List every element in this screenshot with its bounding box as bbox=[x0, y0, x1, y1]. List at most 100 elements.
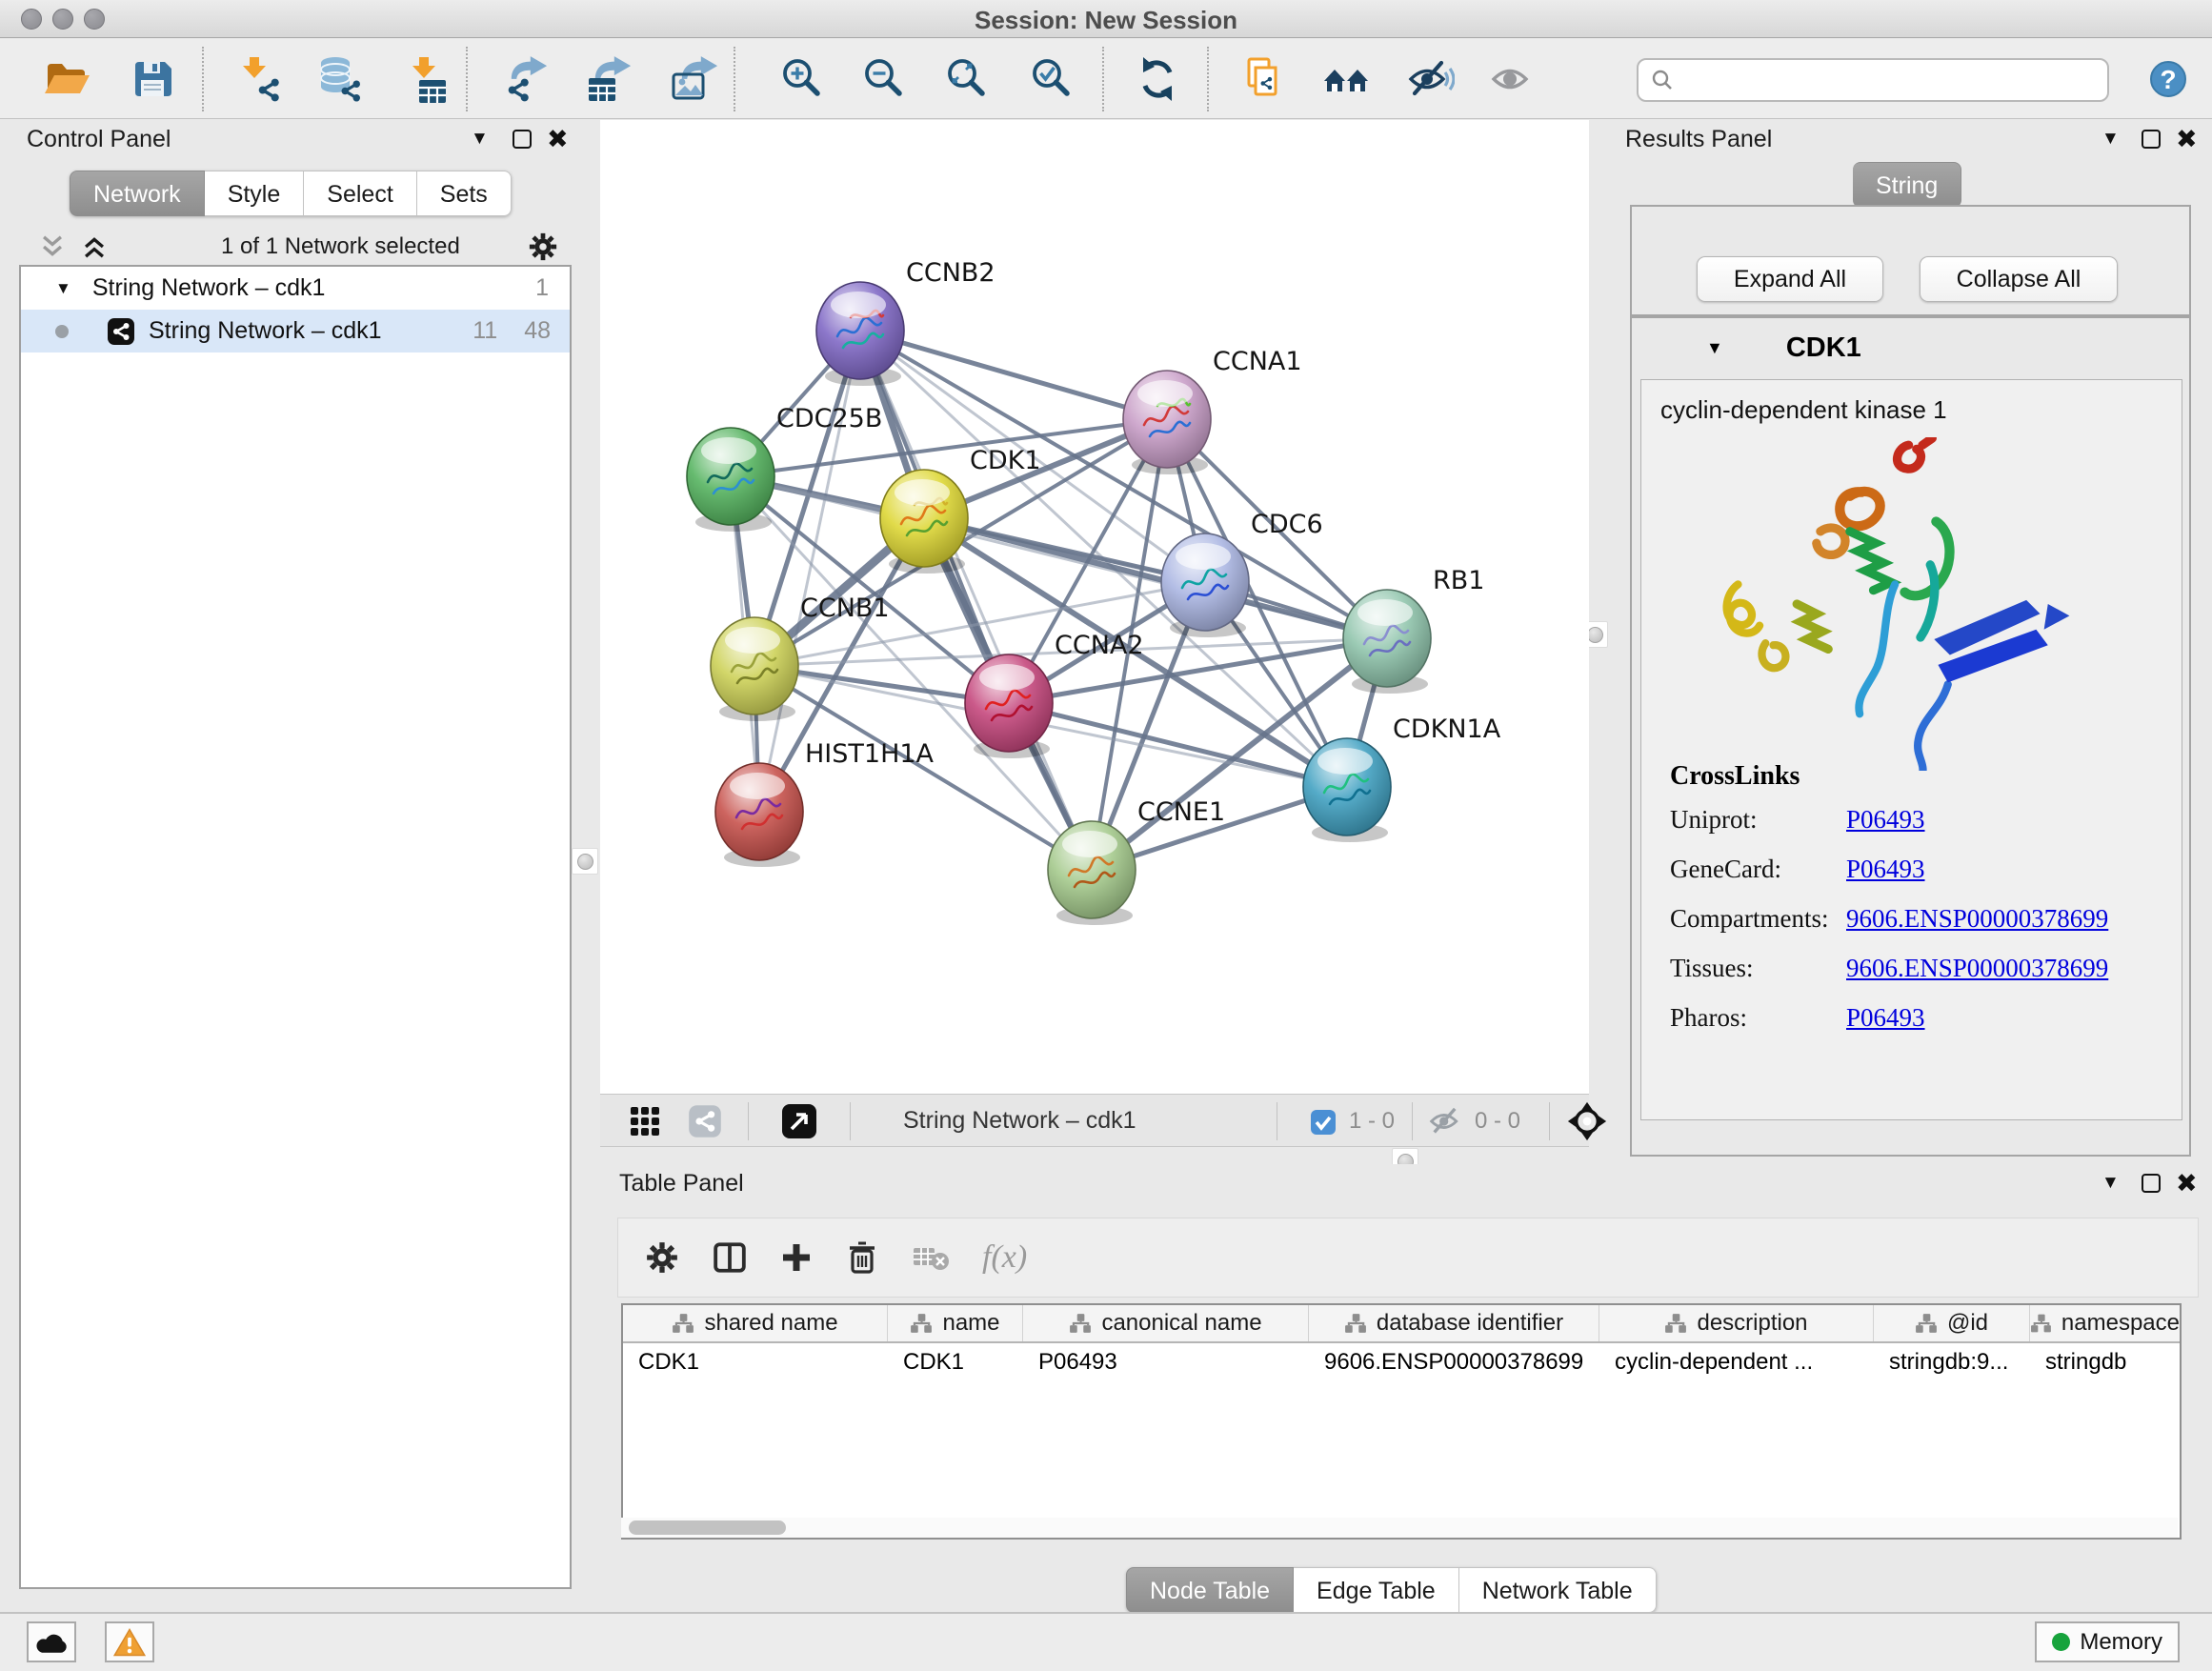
panel-menu-icon[interactable]: ▼ bbox=[2101, 129, 2120, 150]
column-header-canonical-name[interactable]: canonical name bbox=[1023, 1305, 1309, 1341]
results-buttons-box: Expand All Collapse All bbox=[1630, 205, 2191, 316]
table-panel: Table Panel ▼ ✖ f(x) shared namenamecano… bbox=[604, 1164, 2212, 1608]
string-network-graph[interactable]: CCNB2CCNA1CDC25BCDK1CDC6RB1CCNB1CCNA2CDK… bbox=[600, 120, 1589, 1094]
clone-network-icon[interactable] bbox=[1236, 52, 1289, 106]
import-network-database-icon[interactable] bbox=[313, 52, 367, 106]
network-view-icon[interactable] bbox=[688, 1104, 722, 1138]
fit-selected-crosshair-icon[interactable] bbox=[1567, 1101, 1607, 1141]
table-settings-gear-icon[interactable] bbox=[645, 1240, 679, 1275]
float-panel-icon[interactable] bbox=[2142, 1174, 2161, 1193]
table-row[interactable]: CDK1CDK1P064939606.ENSP00000378699cyclin… bbox=[623, 1343, 2180, 1383]
add-column-icon[interactable] bbox=[780, 1241, 813, 1274]
import-network-file-icon[interactable] bbox=[233, 52, 287, 106]
grid-view-icon[interactable] bbox=[629, 1105, 661, 1137]
search-input[interactable] bbox=[1675, 67, 2084, 93]
network-node-ccna1[interactable] bbox=[1123, 371, 1211, 474]
column-header-description[interactable]: description bbox=[1599, 1305, 1874, 1341]
import-table-file-icon[interactable] bbox=[401, 52, 454, 106]
expand-all-icon[interactable] bbox=[80, 233, 109, 260]
zoom-in-icon[interactable] bbox=[775, 52, 829, 106]
panel-menu-icon[interactable]: ▼ bbox=[471, 129, 489, 150]
export-table-icon[interactable] bbox=[582, 52, 635, 106]
return-home-icon[interactable] bbox=[1319, 52, 1373, 106]
tree-icon bbox=[910, 1312, 933, 1335]
tab-node-table[interactable]: Node Table bbox=[1126, 1567, 1294, 1613]
network-node-cdc25b[interactable] bbox=[687, 428, 774, 532]
network-node-cdc6[interactable] bbox=[1161, 534, 1249, 637]
network-node-ccnb2[interactable] bbox=[816, 282, 904, 386]
tree-icon bbox=[672, 1312, 694, 1335]
network-node-hist1h1a[interactable] bbox=[715, 763, 803, 867]
network-node-ccna2[interactable] bbox=[965, 654, 1053, 758]
close-panel-icon[interactable]: ✖ bbox=[547, 130, 569, 149]
network-node-ccne1[interactable] bbox=[1048, 821, 1136, 925]
network-node-cdk1[interactable] bbox=[880, 470, 968, 574]
warnings-button[interactable] bbox=[105, 1621, 154, 1662]
float-panel-icon[interactable] bbox=[2142, 130, 2161, 149]
export-network-icon[interactable] bbox=[500, 52, 553, 106]
network-view-title: String Network – cdk1 bbox=[903, 1107, 1136, 1135]
selected-count: 1 - 0 bbox=[1349, 1108, 1395, 1135]
crosslink-link[interactable]: P06493 bbox=[1846, 1003, 1925, 1032]
left-splitter-handle[interactable] bbox=[572, 848, 598, 875]
search-field[interactable] bbox=[1637, 58, 2109, 102]
export-image-icon[interactable] bbox=[667, 52, 720, 106]
network-node-rb1[interactable] bbox=[1343, 590, 1431, 694]
collapse-triangle-icon[interactable]: ▼ bbox=[55, 279, 71, 298]
detach-view-icon[interactable] bbox=[781, 1103, 817, 1139]
selected-checkbox-icon[interactable] bbox=[1310, 1109, 1337, 1136]
protein-section-header[interactable]: ▼ CDK1 bbox=[1632, 318, 2189, 377]
column-header-database-identifier[interactable]: database identifier bbox=[1309, 1305, 1599, 1341]
open-session-icon[interactable] bbox=[40, 52, 93, 106]
tab-style[interactable]: Style bbox=[205, 171, 305, 216]
save-session-icon[interactable] bbox=[126, 52, 179, 106]
close-panel-icon[interactable]: ✖ bbox=[2176, 1174, 2198, 1193]
node-label-ccne1: CCNE1 bbox=[1137, 797, 1225, 827]
tab-sets[interactable]: Sets bbox=[417, 171, 512, 216]
column-header-namespace[interactable]: namespace bbox=[2030, 1305, 2181, 1341]
expand-all-button[interactable]: Expand All bbox=[1697, 256, 1883, 302]
collapse-all-button[interactable]: Collapse All bbox=[1920, 256, 2118, 302]
tab-edge-table[interactable]: Edge Table bbox=[1294, 1567, 1459, 1613]
crosslink-link[interactable]: 9606.ENSP00000378699 bbox=[1846, 954, 2108, 982]
crosslink-link[interactable]: P06493 bbox=[1846, 855, 1925, 883]
column-header-shared-name[interactable]: shared name bbox=[623, 1305, 888, 1341]
close-panel-icon[interactable]: ✖ bbox=[2176, 130, 2198, 149]
network-collection-row[interactable]: ▼ String Network – cdk1 1 bbox=[21, 267, 570, 310]
table-horizontal-scrollbar[interactable] bbox=[621, 1518, 2178, 1538]
network-row[interactable]: String Network – cdk1 11 48 bbox=[21, 310, 570, 352]
node-label-ccna2: CCNA2 bbox=[1055, 631, 1144, 660]
memory-button[interactable]: Memory bbox=[2035, 1621, 2180, 1662]
zoom-fit-icon[interactable] bbox=[940, 52, 994, 106]
table-toolbar: f(x) bbox=[617, 1218, 2199, 1298]
tab-network-table[interactable]: Network Table bbox=[1459, 1567, 1657, 1613]
column-header-name[interactable]: name bbox=[888, 1305, 1023, 1341]
protein-name: CDK1 bbox=[1786, 332, 1861, 364]
network-node-ccnb1[interactable] bbox=[711, 617, 798, 721]
crosslink-link[interactable]: P06493 bbox=[1846, 805, 1925, 834]
refresh-icon[interactable] bbox=[1131, 52, 1184, 106]
network-list: ▼ String Network – cdk1 1 String Network… bbox=[19, 265, 572, 1589]
network-node-cdkn1a[interactable] bbox=[1303, 738, 1391, 842]
cloud-button[interactable] bbox=[27, 1621, 76, 1662]
tab-string[interactable]: String bbox=[1853, 162, 1961, 208]
column-header-at-id[interactable]: @id bbox=[1874, 1305, 2030, 1341]
zoom-out-icon[interactable] bbox=[857, 52, 911, 106]
delete-trash-icon[interactable] bbox=[845, 1239, 879, 1276]
show-columns-icon[interactable] bbox=[712, 1240, 748, 1275]
float-panel-icon[interactable] bbox=[513, 130, 532, 149]
toolbar-separator bbox=[748, 1102, 749, 1140]
crosslink-link[interactable]: 9606.ENSP00000378699 bbox=[1846, 904, 2108, 933]
tab-select[interactable]: Select bbox=[304, 171, 416, 216]
hide-selected-icon[interactable] bbox=[1403, 52, 1457, 106]
protein-description: cyclin-dependent kinase 1 bbox=[1660, 395, 1947, 425]
gear-icon[interactable] bbox=[528, 232, 558, 262]
collapse-all-icon[interactable] bbox=[38, 233, 67, 260]
scrollbar-thumb[interactable] bbox=[629, 1520, 786, 1535]
tab-network[interactable]: Network bbox=[70, 171, 205, 216]
collapse-triangle-icon[interactable]: ▼ bbox=[1706, 338, 1723, 358]
network-canvas[interactable]: CCNB2CCNA1CDC25BCDK1CDC6RB1CCNB1CCNA2CDK… bbox=[600, 120, 1589, 1094]
zoom-selected-icon[interactable] bbox=[1025, 52, 1078, 106]
panel-menu-icon[interactable]: ▼ bbox=[2101, 1173, 2120, 1194]
help-icon[interactable]: ? bbox=[2142, 52, 2195, 106]
